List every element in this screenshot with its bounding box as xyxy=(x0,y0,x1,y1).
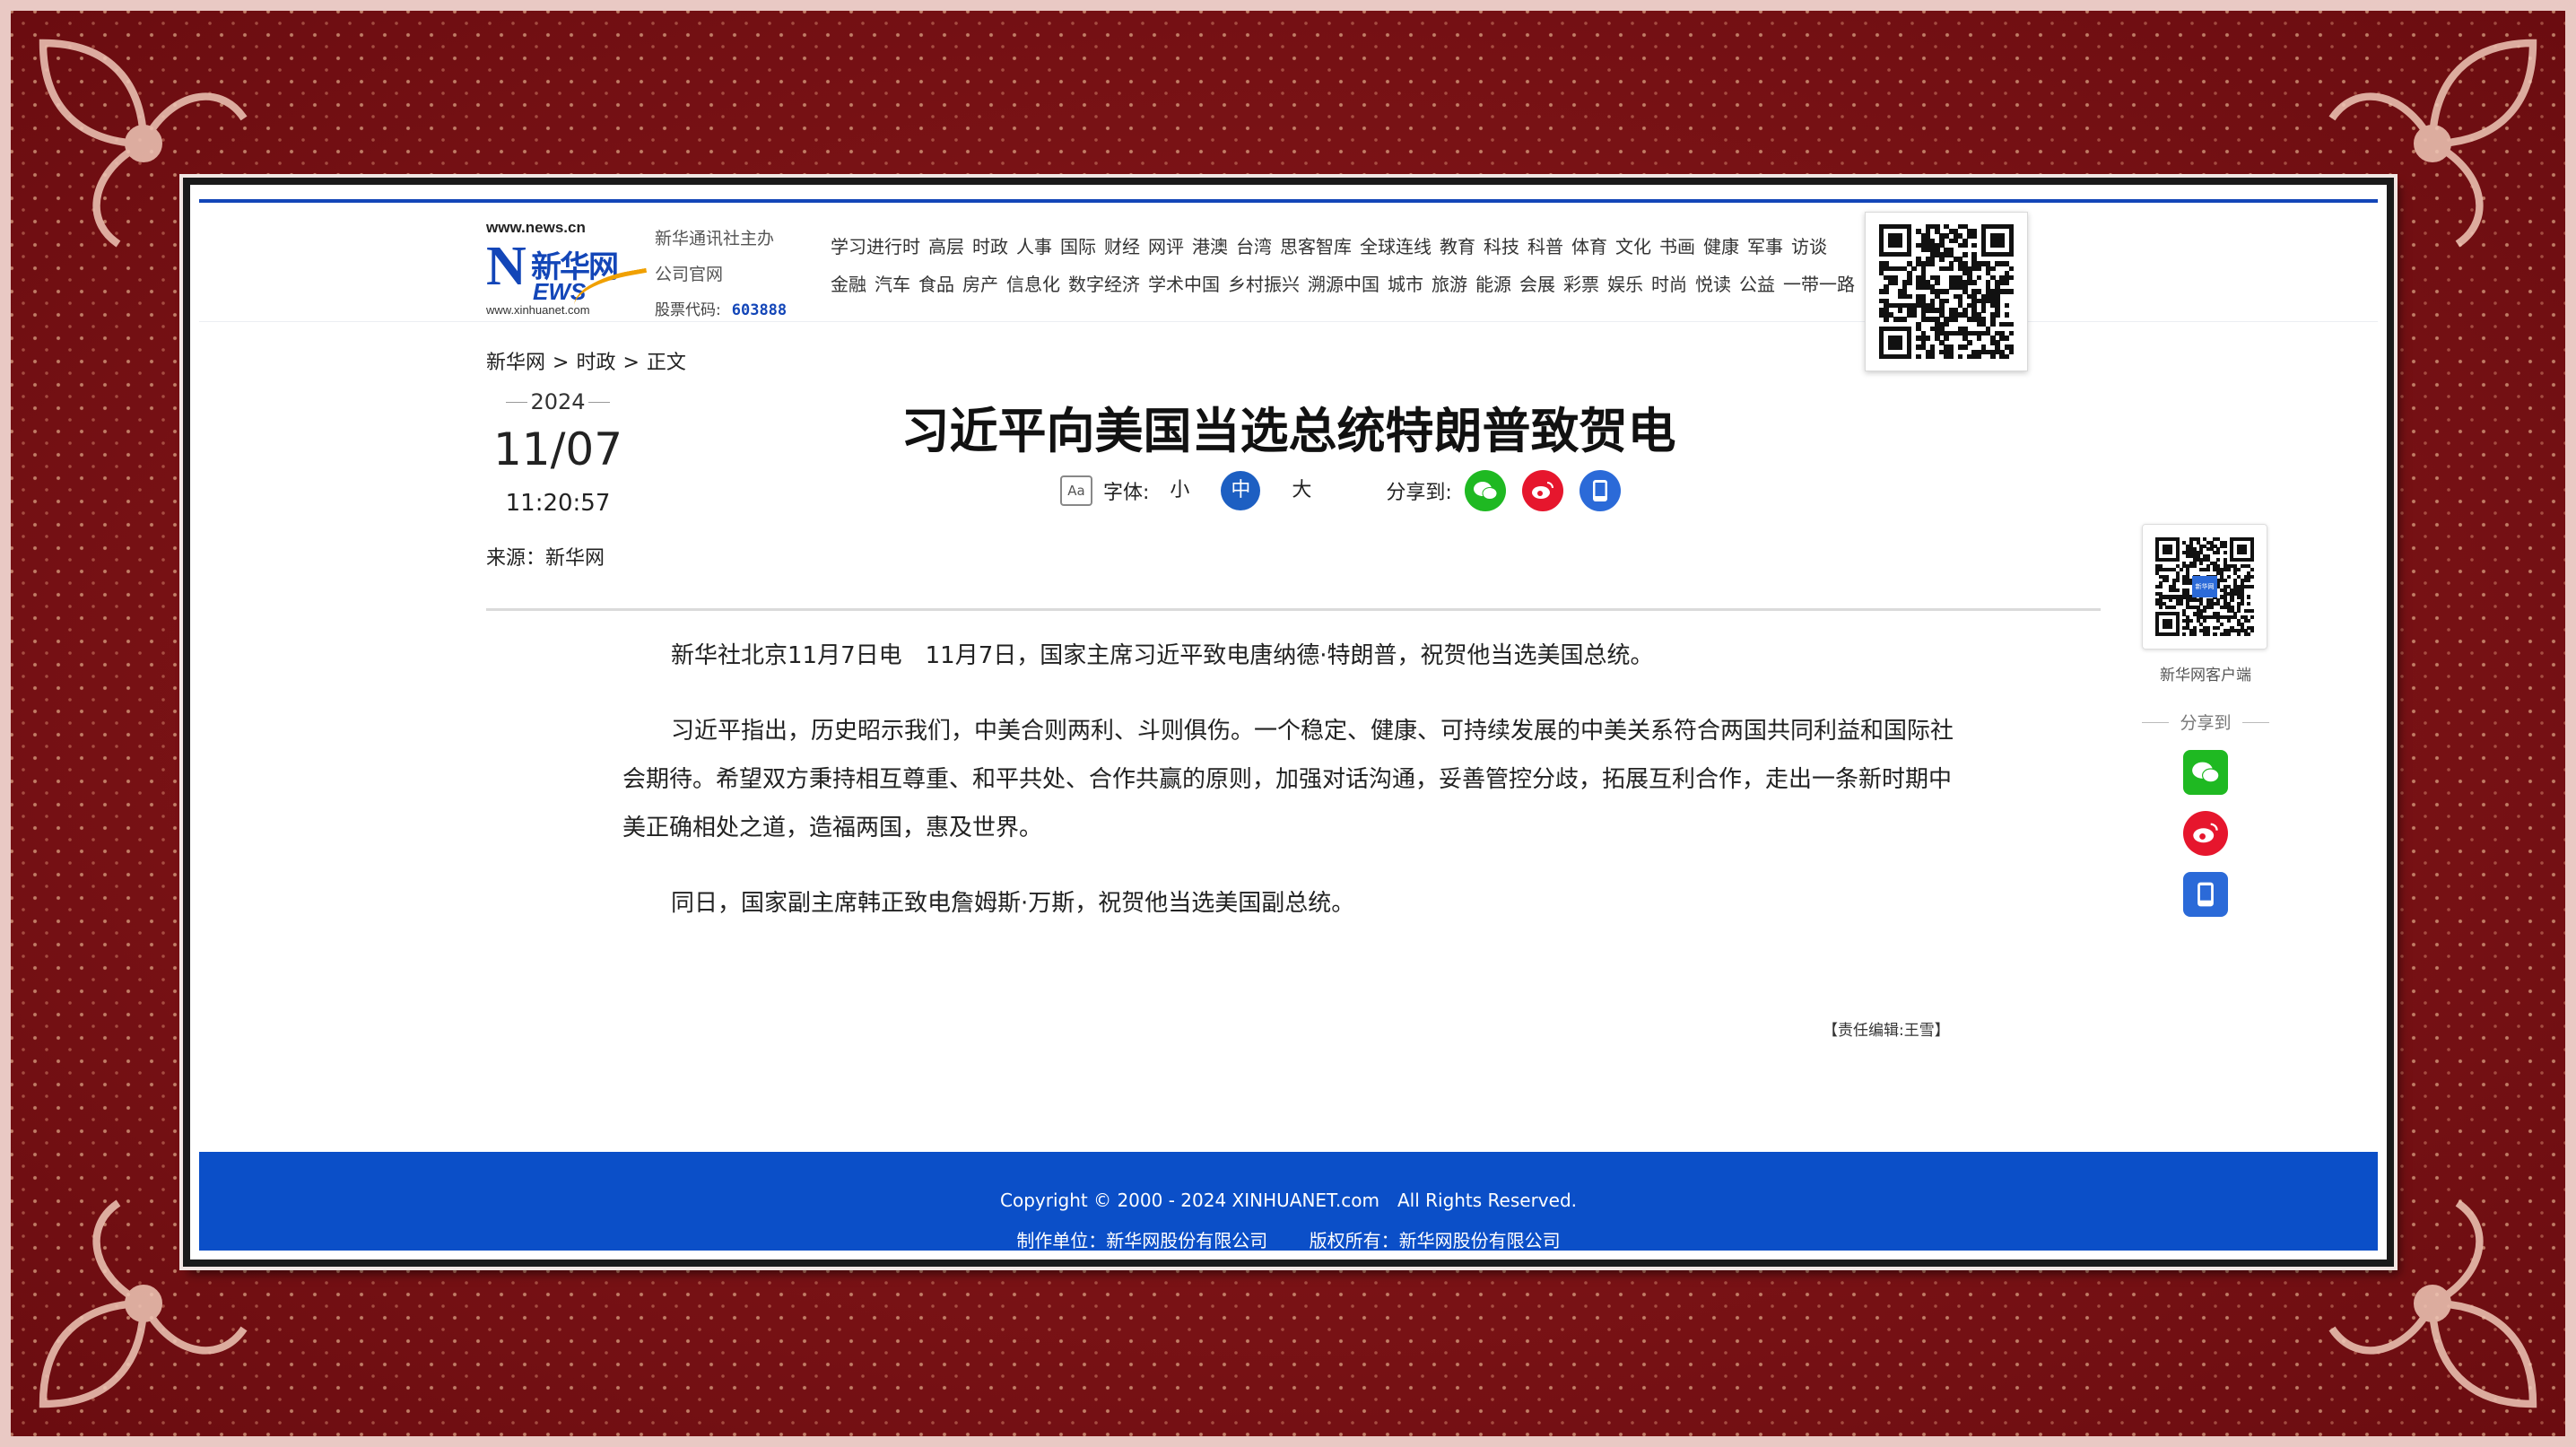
nav-link[interactable]: 健康 xyxy=(1703,228,1739,266)
nav-link[interactable]: 国际 xyxy=(1060,228,1096,266)
nav-link[interactable]: 文化 xyxy=(1615,228,1651,266)
nav-link[interactable]: 溯源中国 xyxy=(1308,266,1379,303)
nav-link[interactable]: 娱乐 xyxy=(1607,266,1643,303)
nav-link[interactable]: 金融 xyxy=(831,266,866,303)
footer-copyright: Copyright © 2000 - 2024 XINHUANET.com Al… xyxy=(1000,1190,1577,1211)
stock-label: 股票代码: xyxy=(655,301,721,319)
nav-link[interactable]: 教育 xyxy=(1440,228,1475,266)
nav-link[interactable]: 台湾 xyxy=(1236,228,1272,266)
nav-link[interactable]: 信息化 xyxy=(1006,266,1060,303)
nav-link[interactable]: 数字经济 xyxy=(1068,266,1140,303)
article-body: 新华社北京11月7日电 11月7日，国家主席习近平致电唐纳德·特朗普，祝贺他当选… xyxy=(622,632,1968,954)
nav-link[interactable]: 书画 xyxy=(1659,228,1695,266)
nav-link[interactable]: 时尚 xyxy=(1651,266,1687,303)
breadcrumb: 新华网 > 时政 > 正文 xyxy=(486,346,693,375)
nav-link[interactable]: 悦读 xyxy=(1695,266,1731,303)
nav-link[interactable]: 城市 xyxy=(1388,266,1423,303)
site-footer: Copyright © 2000 - 2024 XINHUANET.com Al… xyxy=(199,1152,2378,1251)
picture-frame: www.news.cn N 新华网 EWS www.xinhuanet.com … xyxy=(183,178,2394,1267)
nav-link[interactable]: 汽车 xyxy=(875,266,910,303)
nav-link[interactable]: 思客智库 xyxy=(1280,228,1352,266)
corp-line-2: 公司官网 xyxy=(655,265,724,284)
article-source: 来源：新华网 xyxy=(486,547,605,570)
stock-info: 股票代码: 603888 xyxy=(655,292,787,328)
nav-link[interactable]: 全球连线 xyxy=(1360,228,1432,266)
web-page: www.news.cn N 新华网 EWS www.xinhuanet.com … xyxy=(199,194,2378,1251)
footer-owner: 版权所有：新华网股份有限公司 xyxy=(1309,1230,1561,1251)
corp-line-1: 新华通讯社主办 xyxy=(655,229,775,248)
stock-code[interactable]: 603888 xyxy=(732,301,787,319)
nav-link[interactable]: 网评 xyxy=(1148,228,1184,266)
wechat-share-icon[interactable] xyxy=(1464,470,1506,511)
nav-link[interactable]: 学术中国 xyxy=(1148,266,1220,303)
logo-letter-n: N xyxy=(486,236,527,297)
responsible-editor: 【责任编辑:王雪】 xyxy=(1823,1022,1950,1040)
mobile-share-icon[interactable] xyxy=(1579,470,1621,511)
xinhuanet-logo[interactable]: www.news.cn N 新华网 EWS www.xinhuanet.com xyxy=(486,219,652,319)
side-wechat-icon[interactable] xyxy=(2183,750,2228,795)
nav-link[interactable]: 人事 xyxy=(1016,228,1052,266)
logo-url-top: www.news.cn xyxy=(486,219,586,236)
article-paragraph: 习近平指出，历史昭示我们，中美合则两利、斗则俱伤。一个稳定、健康、可持续发展的中… xyxy=(622,718,1954,841)
nav-link[interactable]: 科普 xyxy=(1527,228,1563,266)
breadcrumb-separator: > xyxy=(553,352,570,374)
nav-link[interactable]: 彩票 xyxy=(1563,266,1599,303)
font-size-label: 字体: xyxy=(1103,482,1150,504)
app-qr-caption: 新华网客户端 xyxy=(2160,667,2251,684)
qr-center-logo: 新华网 xyxy=(2192,576,2217,597)
breadcrumb-current: 正文 xyxy=(646,352,686,374)
nav-link[interactable]: 港澳 xyxy=(1192,228,1228,266)
article-paragraph: 同日，国家副主席韩正致电詹姆斯·万斯，祝贺他当选美国副总统。 xyxy=(671,890,1355,917)
nav-link[interactable]: 军事 xyxy=(1747,228,1783,266)
breadcrumb-section[interactable]: 时政 xyxy=(576,352,615,374)
nav-link[interactable]: 旅游 xyxy=(1432,266,1467,303)
nav-link[interactable]: 体育 xyxy=(1571,228,1607,266)
nav-link[interactable]: 财经 xyxy=(1104,228,1140,266)
floating-qr-code[interactable] xyxy=(1865,212,2028,371)
nav-link[interactable]: 会展 xyxy=(1519,266,1555,303)
nav-link[interactable]: 乡村振兴 xyxy=(1228,266,1300,303)
article-title: 习近平向美国当选总统特朗普致贺电 xyxy=(901,403,1676,459)
nav-link[interactable]: 公益 xyxy=(1739,266,1775,303)
nav-link[interactable]: 学习进行时 xyxy=(831,228,920,266)
logo-url-bottom: www.xinhuanet.com xyxy=(486,303,590,317)
app-qr-image: 新华网 xyxy=(2155,537,2255,637)
font-size-large[interactable]: 大 xyxy=(1282,471,1321,510)
corp-info: 新华通讯社主办 公司官网 股票代码: 603888 xyxy=(655,221,787,328)
nav-link[interactable]: 时政 xyxy=(972,228,1008,266)
nav-link[interactable]: 高层 xyxy=(928,228,964,266)
weibo-share-icon[interactable] xyxy=(1521,470,1563,511)
footer-credits: 制作单位：新华网股份有限公司 版权所有：新华网股份有限公司 xyxy=(199,1226,2378,1251)
nav-link[interactable]: 访谈 xyxy=(1791,228,1827,266)
side-weibo-icon[interactable] xyxy=(2183,811,2228,856)
nav-link[interactable]: 食品 xyxy=(918,266,954,303)
side-share-caption: 分享到 xyxy=(2142,710,2269,734)
site-header: www.news.cn N 新华网 EWS www.xinhuanet.com … xyxy=(199,203,2378,371)
article-tools: Aa 字体: 小 中 大 分享到: xyxy=(1060,470,1637,511)
footer-producer: 制作单位：新华网股份有限公司 xyxy=(1016,1230,1268,1251)
nav-link[interactable]: 科技 xyxy=(1484,228,1519,266)
publish-time: 11:20:57 xyxy=(505,490,611,517)
breadcrumb-home[interactable]: 新华网 xyxy=(486,352,545,374)
nav-link[interactable]: 房产 xyxy=(962,266,998,303)
app-qr-code[interactable]: 新华网 xyxy=(2142,524,2267,649)
font-size-small[interactable]: 小 xyxy=(1160,471,1199,510)
breadcrumb-separator: > xyxy=(622,352,640,374)
share-label: 分享到: xyxy=(1386,482,1452,504)
side-panel: 新华网 新华网客户端 分享到 xyxy=(2142,524,2269,917)
title-divider xyxy=(486,608,2101,611)
nav-link[interactable]: 能源 xyxy=(1475,266,1511,303)
font-size-medium[interactable]: 中 xyxy=(1221,471,1261,510)
side-mobile-icon[interactable] xyxy=(2183,872,2228,917)
qr-code-image xyxy=(1879,224,2015,360)
font-size-icon: Aa xyxy=(1060,475,1092,506)
nav-link[interactable]: 一带一路 xyxy=(1783,266,1855,303)
article-paragraph: 新华社北京11月7日电 11月7日，国家主席习近平致电唐纳德·特朗普，祝贺他当选… xyxy=(671,642,1654,669)
